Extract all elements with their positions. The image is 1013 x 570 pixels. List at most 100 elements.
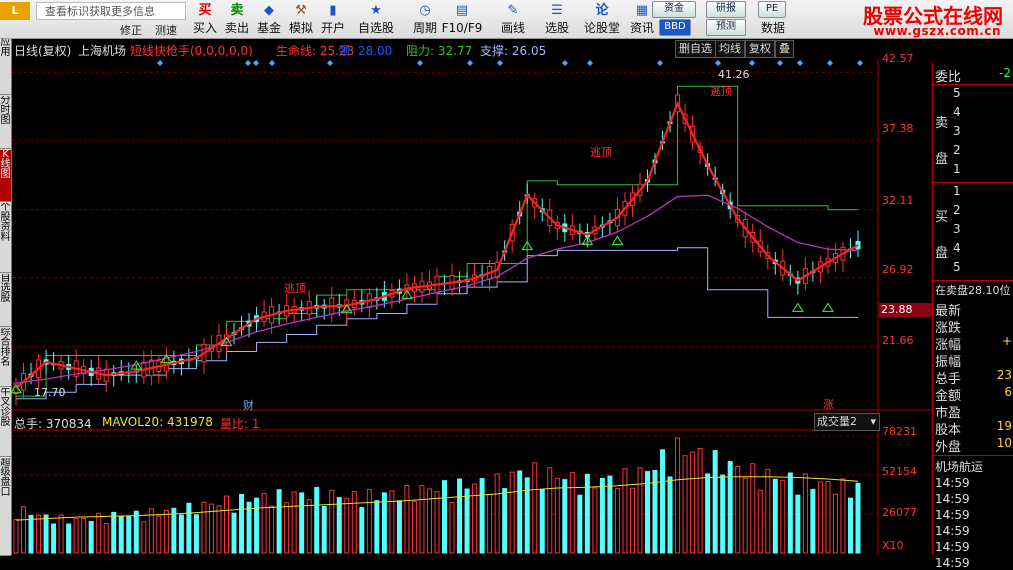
volume-bar [750, 463, 756, 554]
left-tab-6[interactable]: 牛叉诊股 [0, 388, 11, 457]
sell-book-label: 卖盘 [935, 116, 949, 167]
candle-body [344, 299, 350, 312]
volume-bar [682, 455, 688, 554]
volume-bar [765, 468, 771, 554]
volume-bar [494, 473, 500, 554]
candle-body [517, 211, 523, 217]
volume-bar [569, 472, 575, 554]
candle-body [614, 208, 620, 227]
candle-body [472, 274, 478, 282]
tick-time: 14:59 [935, 492, 970, 506]
event-marker-icon [245, 60, 251, 66]
rise-marker[interactable]: 涨 [823, 396, 834, 412]
event-marker-icon [417, 60, 423, 66]
volume-bar [772, 478, 778, 554]
pe-button[interactable]: PE [758, 1, 786, 18]
candle-body [494, 262, 500, 279]
toolbar-button-8[interactable]: ✎ 画线 [491, 0, 535, 38]
left-tab-bar: 应用 分时图 K线图 个股资料 自选股 综合排名 牛叉诊股 超级盘口 [0, 38, 12, 556]
event-marker-icon [715, 60, 721, 66]
buy-signal-icon [401, 289, 413, 299]
event-marker-icon [253, 60, 259, 66]
candle-body [118, 371, 124, 376]
volume-bar [419, 485, 425, 554]
toolbar-button-label: 买入 [192, 21, 217, 35]
candle-body [43, 359, 49, 365]
volume-bar [622, 468, 628, 554]
research-button[interactable]: 研报 [706, 1, 746, 18]
price-tick-4: 26.92 [882, 263, 914, 276]
sell-signal-2: 逃顶 [590, 146, 612, 159]
volume-bar [599, 477, 605, 554]
volume-bar [592, 487, 598, 554]
quote-field-value: 23 [996, 368, 1012, 382]
candle-body [502, 250, 508, 253]
hint-bar[interactable]: 查看标识获取更多信息 [36, 2, 186, 20]
forecast-button[interactable]: 预测 [706, 19, 746, 36]
toolbar-button-4[interactable]: ▮ 开户 [318, 0, 348, 38]
volume-indicator-select[interactable]: 成交量2 ▾ [814, 413, 880, 431]
volume-bar [607, 475, 613, 554]
left-tab-2[interactable]: K线图 [0, 150, 11, 202]
indicator-name[interactable]: 短线快枪手(0,0,0,0,0) [130, 42, 253, 59]
left-tab-4[interactable]: 自选股 [0, 274, 11, 327]
toolbar-button-10[interactable]: 论论股堂 [580, 0, 624, 38]
kline-chart[interactable] [0, 0, 1013, 555]
volume-bar [43, 514, 49, 554]
event-marker-icon [657, 60, 663, 66]
left-tab-0[interactable]: 应用 [0, 38, 11, 95]
toolbar-button-2[interactable]: ◆ 基金 [254, 0, 284, 38]
candle-body [832, 253, 838, 263]
toolbar-button-7[interactable]: ▤ F10/F9 [440, 0, 484, 38]
toolbar-button-5[interactable]: ★ 自选股 [354, 0, 398, 38]
candle-body [336, 304, 342, 308]
adjust-button[interactable]: 复权 [745, 40, 775, 58]
candle-body [224, 334, 229, 343]
toolbar-button-label: 自选股 [357, 21, 394, 35]
candle-body [419, 280, 425, 293]
volume-bar [434, 491, 440, 554]
volume-bar [276, 489, 282, 554]
candle-body [554, 221, 560, 230]
left-tab-1[interactable]: 分时图 [0, 96, 11, 149]
remove-watchlist-button[interactable]: 删自选 [675, 40, 716, 58]
volume-bar [208, 503, 214, 554]
candle-body [58, 361, 64, 370]
volume-bar [614, 487, 620, 554]
finance-marker[interactable]: 财 [243, 397, 254, 413]
toolbar-button-1[interactable]: 卖卖出 [222, 0, 252, 38]
candle-body [186, 358, 192, 361]
volume-ratio: 量比: 1 [220, 417, 260, 431]
toolbar-button-3[interactable]: ⚒ 模拟 [286, 0, 316, 38]
overlay-button[interactable]: 叠 [775, 40, 794, 58]
volume-bar [562, 479, 568, 554]
volume-bar [667, 476, 673, 554]
volume-bar [314, 486, 320, 554]
candle-body [607, 220, 613, 224]
volume-indicator-label: 成交量2 [817, 415, 857, 428]
sell-level-2: 3 [953, 124, 961, 138]
period-label[interactable]: 日线(复权) [14, 42, 71, 59]
volume-bar [21, 506, 27, 554]
toolbar-button-9[interactable]: ☰ 选股 [535, 0, 579, 38]
bbd-button[interactable]: BBD [659, 19, 691, 36]
left-tab-7[interactable]: 超级盘口 [0, 458, 11, 556]
fix-button[interactable]: 修正 [120, 22, 142, 38]
volume-bar [426, 488, 432, 554]
funds-button[interactable]: 资金 [652, 1, 696, 18]
volume-bar [637, 467, 643, 554]
left-tab-3[interactable]: 个股资料 [0, 203, 11, 273]
volume-bar [645, 471, 650, 554]
ma-toggle-button[interactable]: 均线 [715, 40, 745, 58]
lifeline-line [15, 100, 859, 390]
left-tab-5[interactable]: 综合排名 [0, 328, 11, 387]
toolbar-button-0[interactable]: 买买入 [190, 0, 220, 38]
toolbar-icon: 买 [198, 3, 212, 18]
volume-bar [336, 497, 342, 554]
candle-body [276, 311, 282, 315]
volume-bar [442, 480, 448, 554]
event-marker-icon [749, 60, 755, 66]
speedtest-button[interactable]: 测速 [155, 22, 177, 38]
news-title[interactable]: 机场航运 [935, 458, 983, 475]
event-marker-icon [587, 60, 593, 66]
